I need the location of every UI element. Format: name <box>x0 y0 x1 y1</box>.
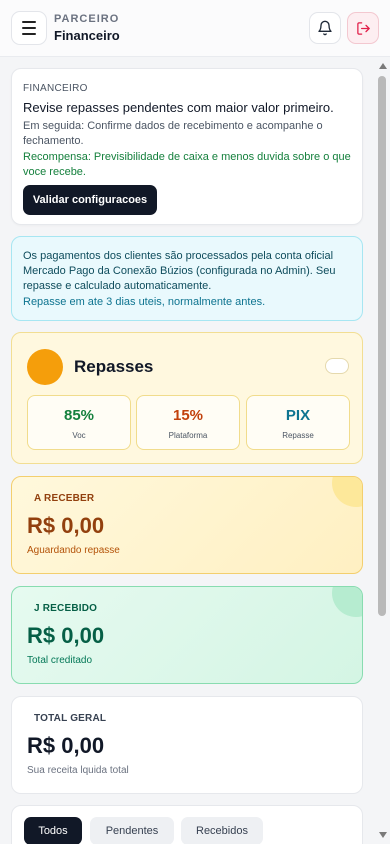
logout-icon <box>356 21 370 35</box>
guidance-title: Revise repasses pendentes com maior valo… <box>23 100 334 115</box>
repasses-avatar <box>27 349 63 385</box>
logout-button[interactable] <box>347 12 379 44</box>
stat-value: 15% <box>172 407 204 424</box>
repasses-card: Repasses 85% Voc 15% Plataforma PIX Repa… <box>11 332 363 464</box>
guidance-eyebrow: FINANCEIRO <box>23 83 88 94</box>
notice-text: Os pagamentos dos clientes são processad… <box>23 250 336 292</box>
recebido-card: J RECEBIDO R$ 0,00 Total creditado <box>11 586 363 684</box>
tab-pendentes[interactable]: Pendentes <box>90 817 174 844</box>
stat-label: Repasse <box>282 431 314 440</box>
notice-highlight: Repasse em ate 3 dias uteis, normalmente… <box>23 296 266 308</box>
tab-recebidos[interactable]: Recebidos <box>181 817 263 844</box>
filter-tabs: Todos Pendentes Recebidos <box>11 805 363 844</box>
decorative-blob <box>332 477 362 507</box>
guidance-card: FINANCEIRO Revise repasses pendentes com… <box>11 68 363 225</box>
a-receber-label: A RECEBER <box>34 493 95 504</box>
guidance-reward: Recompensa: Previsibilidade de caixa e m… <box>23 151 351 178</box>
scroll-down-arrow-icon[interactable] <box>379 832 387 838</box>
repasses-toggle[interactable] <box>325 358 349 374</box>
a-receber-card: A RECEBER R$ 0,00 Aguardando repasse <box>11 476 363 574</box>
recebido-label: J RECEBIDO <box>34 603 98 614</box>
bell-icon <box>318 20 332 36</box>
stat-label: Plataforma <box>168 431 208 440</box>
stat-share-partner: 85% Voc <box>27 395 131 450</box>
a-receber-value: R$ 0,00 <box>27 513 105 538</box>
total-card: TOTAL GERAL R$ 0,00 Sua receita lquida t… <box>11 696 363 794</box>
recebido-value: R$ 0,00 <box>27 623 105 648</box>
scroll-up-arrow-icon[interactable] <box>379 63 387 69</box>
a-receber-sub: Aguardando repasse <box>27 545 120 556</box>
total-label: TOTAL GERAL <box>34 713 107 724</box>
page-title: Financeiro <box>54 28 120 43</box>
stat-value: 85% <box>63 407 95 424</box>
header-eyebrow: PARCEIRO <box>54 13 120 25</box>
tab-todos[interactable]: Todos <box>24 817 82 844</box>
menu-button[interactable] <box>11 11 47 45</box>
notifications-button[interactable] <box>309 12 341 44</box>
page-scrollbar[interactable] <box>376 62 390 844</box>
stat-share-platform: 15% Plataforma <box>136 395 240 450</box>
decorative-blob <box>332 587 362 617</box>
total-value: R$ 0,00 <box>27 733 105 758</box>
hamburger-menu-icon <box>22 21 36 23</box>
app-header: PARCEIRO Financeiro <box>0 0 390 57</box>
stat-label: Voc <box>72 431 86 440</box>
stat-value: PIX <box>285 407 311 424</box>
validate-settings-button[interactable]: Validar configuracoes <box>23 185 157 215</box>
recebido-sub: Total creditado <box>27 655 93 666</box>
payment-notice: Os pagamentos dos clientes são processad… <box>11 236 363 321</box>
guidance-subtitle: Em seguida: Confirme dados de recebiment… <box>23 120 323 147</box>
stat-payout-method: PIX Repasse <box>246 395 350 450</box>
repasses-title: Repasses <box>74 357 154 376</box>
scrollbar-thumb[interactable] <box>378 76 386 616</box>
total-sub: Sua receita lquida total <box>27 765 129 776</box>
